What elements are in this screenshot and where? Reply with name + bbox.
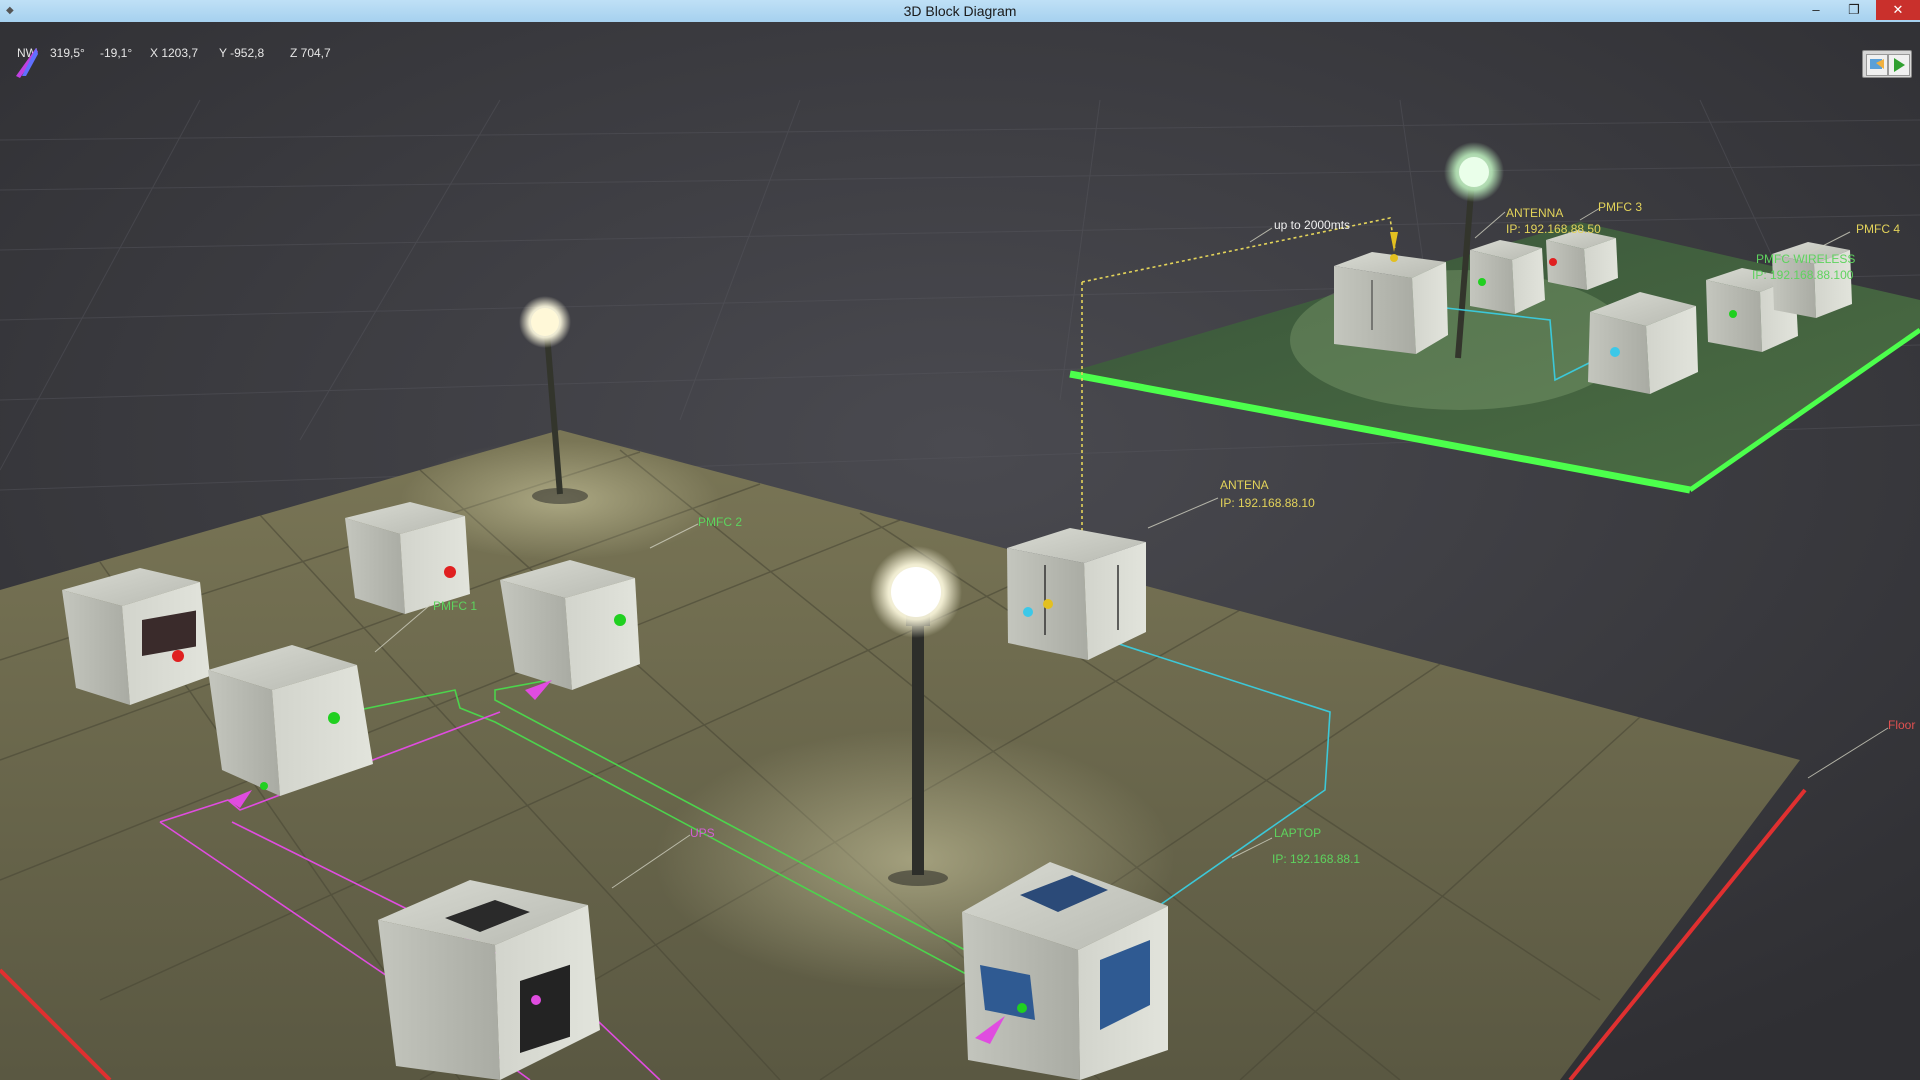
label-antenna-remote: ANTENNA (1506, 206, 1564, 220)
label-distance: up to 2000mts (1274, 218, 1351, 232)
label-antena: ANTENA (1220, 478, 1269, 492)
label-pmfc1: PMFC 1 (433, 599, 478, 613)
restore-button[interactable]: ❐ (1840, 0, 1868, 20)
label-pmfc4: PMFC 4 (1856, 222, 1901, 236)
camera-z: Z 704,7 (290, 46, 331, 60)
camera-x: X 1203,7 (150, 46, 199, 60)
view-toolbar (1862, 50, 1912, 78)
close-button[interactable]: ✕ (1876, 0, 1920, 20)
label-pmfc-wireless: PMFC WIRELESS (1756, 252, 1856, 266)
device-cube-antena[interactable] (1007, 528, 1146, 660)
label-antena-ip: IP: 192.168.88.10 (1220, 496, 1315, 510)
device-cube-antenna-remote[interactable] (1334, 252, 1448, 354)
title-bar: ◆ 3D Block Diagram – ❐ ✕ (0, 0, 1920, 23)
label-antenna-remote-ip: IP: 192.168.88.50 (1506, 222, 1601, 236)
view-angle-2: -19,1° (100, 46, 133, 60)
label-pmfc-wireless-ip: IP: 192.168.88.100 (1752, 268, 1854, 282)
play-icon[interactable] (1888, 54, 1910, 76)
label-laptop: LAPTOP (1274, 826, 1322, 840)
compass-icon[interactable] (10, 46, 40, 80)
image-export-icon[interactable] (1866, 54, 1888, 76)
app-window: ◆ 3D Block Diagram – ❐ ✕ NW 319,5° -19,1… (0, 0, 1920, 1080)
device-cube-pmfc-top[interactable] (345, 502, 470, 614)
label-laptop-ip: IP: 192.168.88.1 (1272, 852, 1361, 866)
device-cube-pmfc-remote[interactable] (1546, 230, 1618, 290)
window-title: 3D Block Diagram (903, 3, 1017, 19)
view-angle-1: 319,5° (50, 46, 85, 60)
device-cube-wireless-projector[interactable] (1588, 292, 1698, 394)
device-cube-pmfc2[interactable] (500, 560, 640, 690)
label-pmfc2: PMFC 2 (698, 515, 743, 529)
label-floor: Floor (1888, 718, 1916, 732)
device-cube-pmfc3[interactable] (1470, 240, 1545, 314)
label-pmfc3: PMFC 3 (1598, 200, 1643, 214)
device-cube-laptop[interactable] (962, 862, 1168, 1080)
camera-y: Y -952,8 (219, 46, 265, 60)
scene-canvas[interactable] (0, 22, 1920, 1080)
3d-viewport[interactable]: NW 319,5° -19,1° X 1203,7 Y -952,8 Z 704… (0, 22, 1920, 1080)
minimize-button[interactable]: – (1802, 0, 1830, 20)
label-ups: UPS (690, 826, 715, 840)
